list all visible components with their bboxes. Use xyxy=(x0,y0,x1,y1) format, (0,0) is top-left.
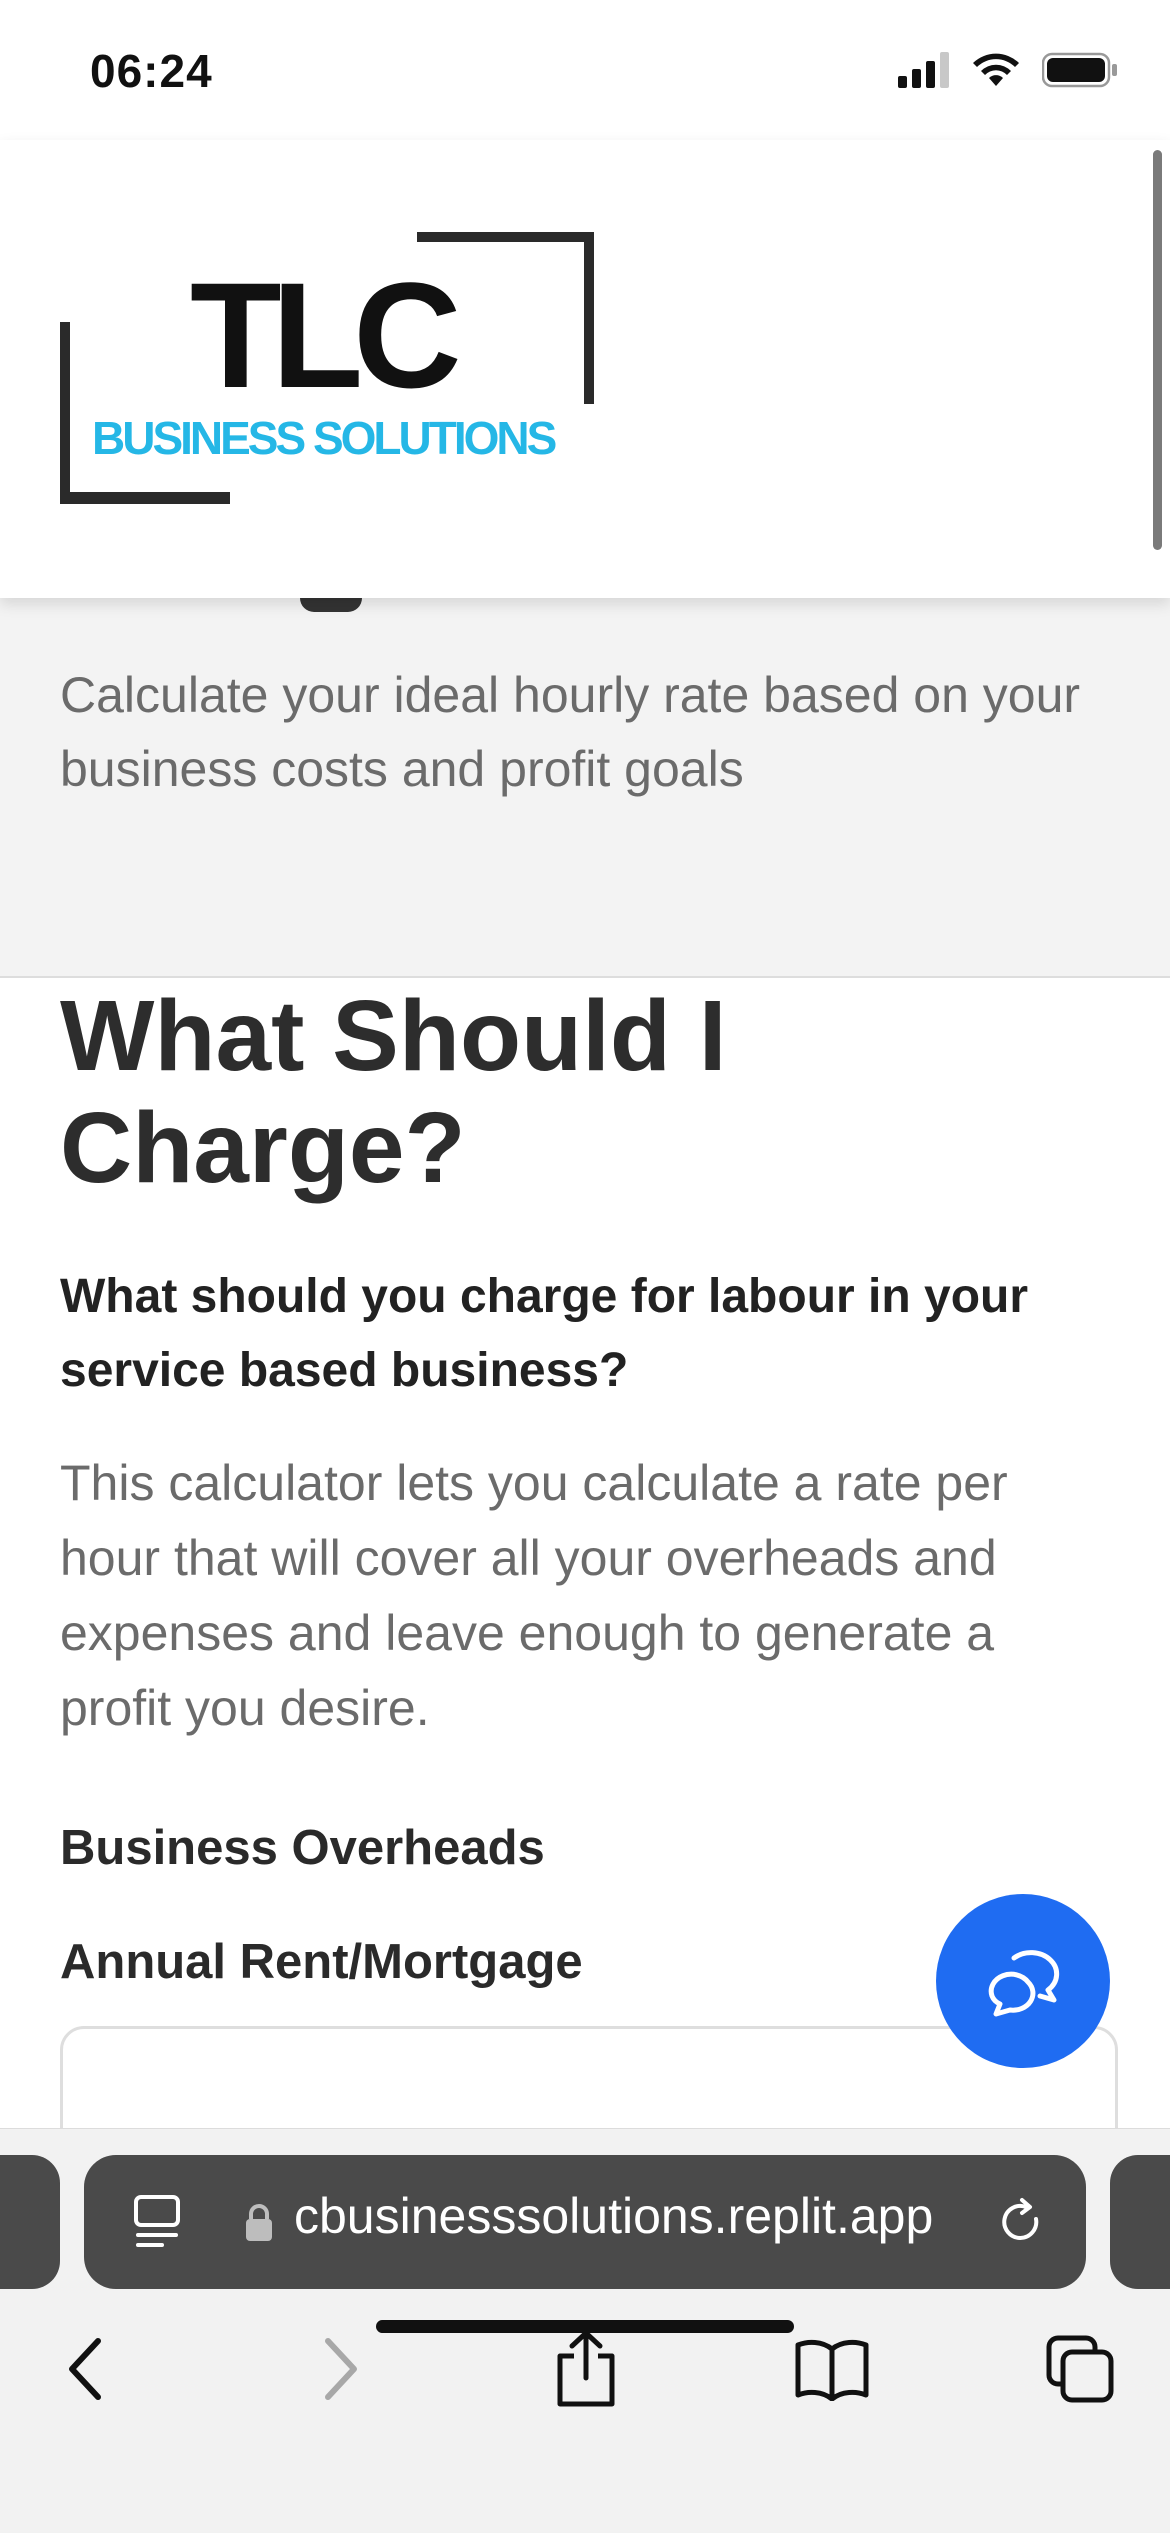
chat-bubbles-icon xyxy=(988,1950,1060,2017)
share-button[interactable] xyxy=(546,2329,626,2409)
book-icon xyxy=(795,2339,869,2401)
back-button[interactable] xyxy=(46,2329,126,2409)
chat-button[interactable] xyxy=(936,1894,1110,2068)
page-menu-icon xyxy=(134,2195,180,2247)
chevron-left-icon xyxy=(69,2338,101,2400)
hero-section: Calculate your ideal hourly rate based o… xyxy=(0,598,1170,978)
home-indicator xyxy=(376,2320,794,2333)
hero-subtitle: Calculate your ideal hourly rate based o… xyxy=(60,667,1081,797)
next-tab-preview[interactable] xyxy=(1110,2155,1170,2289)
sub-heading: What should you charge for labour in you… xyxy=(60,1270,1029,1397)
section-label-business-overheads: Business Overheads xyxy=(60,1821,545,1875)
status-bar: 06:24 xyxy=(0,0,1170,140)
page-scrollbar[interactable] xyxy=(1153,150,1162,550)
address-bar[interactable]: cbusinesssolutions.replit.app xyxy=(84,2155,1086,2289)
share-icon xyxy=(557,2330,615,2407)
forward-button[interactable] xyxy=(300,2329,380,2409)
reload-icon[interactable] xyxy=(996,2197,1046,2247)
cellular-signal-icon xyxy=(898,52,949,88)
chevron-right-icon xyxy=(325,2338,357,2400)
wifi-icon xyxy=(973,53,1019,86)
logo-subtitle: BUSINESS SOLUTIONS xyxy=(92,412,557,464)
status-time: 06:24 xyxy=(90,45,213,97)
status-icons xyxy=(898,52,1118,88)
lock-icon xyxy=(246,2204,272,2241)
previous-tab-preview[interactable] xyxy=(0,2155,60,2289)
logo-title: TLC xyxy=(190,251,462,419)
intro-paragraph: This calculator lets you calculate a rat… xyxy=(60,1455,1008,1736)
tabs-button[interactable] xyxy=(1040,2329,1120,2409)
bookmarks-button[interactable] xyxy=(792,2329,872,2409)
url-text: cbusinesssolutions.replit.app xyxy=(294,2188,934,2244)
hero-title-overflow xyxy=(300,598,362,612)
site-header: TLC BUSINESS SOLUTIONS xyxy=(0,140,1170,598)
tlc-logo[interactable]: TLC BUSINESS SOLUTIONS xyxy=(60,232,594,504)
tabs-icon xyxy=(1046,2335,1114,2403)
battery-icon xyxy=(1042,52,1117,88)
page-title: What Should I Charge? xyxy=(60,980,727,1204)
